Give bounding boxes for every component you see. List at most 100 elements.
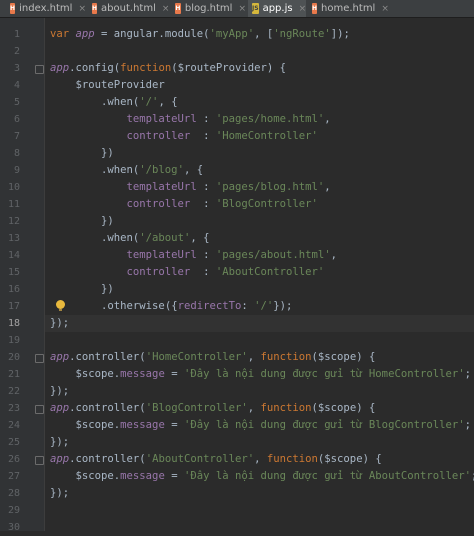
tab-label: app.js bbox=[262, 3, 293, 14]
code-token: }); bbox=[50, 317, 70, 329]
code-token: }); bbox=[273, 300, 293, 312]
code-token: : bbox=[196, 249, 216, 261]
tab-about-html[interactable]: Habout.html × bbox=[88, 0, 169, 17]
close-icon[interactable]: × bbox=[238, 4, 246, 14]
code-token: , bbox=[330, 249, 338, 261]
code-line: $routeProvider bbox=[50, 77, 165, 94]
code-token: : bbox=[196, 130, 216, 142]
code-token: }); bbox=[50, 436, 70, 448]
code-line: }); bbox=[50, 485, 69, 502]
code-line: app.controller('AboutController', functi… bbox=[50, 451, 382, 468]
code-line: app.controller('HomeController', functio… bbox=[50, 349, 375, 366]
code-line: $scope.message = 'Đây là nội dung được g… bbox=[50, 366, 472, 383]
code-token: : bbox=[241, 300, 255, 312]
tab-blog-html[interactable]: Hblog.html × bbox=[171, 0, 246, 17]
code-token: ; bbox=[464, 419, 471, 431]
close-icon[interactable]: × bbox=[299, 4, 307, 14]
line-number: 17 bbox=[7, 301, 20, 312]
line-number: 13 bbox=[7, 233, 20, 244]
code-token: ; bbox=[464, 368, 471, 380]
code-token: .when( bbox=[50, 164, 140, 176]
line-number: 19 bbox=[7, 335, 20, 346]
code-token: : bbox=[196, 113, 216, 125]
fold-marker-icon[interactable] bbox=[35, 405, 44, 414]
code-token: message bbox=[120, 470, 165, 482]
code-token: templateUrl bbox=[50, 181, 197, 193]
close-icon[interactable]: × bbox=[162, 4, 170, 14]
code-token: 'pages/about.html' bbox=[215, 249, 331, 261]
code-token: .otherwise bbox=[50, 300, 165, 312]
code-line: controller : 'HomeController' bbox=[50, 128, 318, 145]
line-number: 8 bbox=[13, 148, 20, 159]
fold-marker-icon[interactable] bbox=[35, 456, 44, 465]
code-token: }) bbox=[50, 147, 114, 159]
code-token: app bbox=[50, 351, 70, 363]
code-token: , { bbox=[158, 96, 178, 108]
code-token: ($scope) { bbox=[317, 453, 382, 465]
code-line: }); bbox=[50, 434, 69, 451]
code-token: function bbox=[260, 351, 312, 363]
code-token: , { bbox=[183, 164, 204, 176]
code-token: $routeProvider bbox=[50, 79, 165, 91]
code-token: '/' bbox=[254, 300, 274, 312]
code-line: controller : 'AboutController' bbox=[50, 264, 325, 281]
close-icon[interactable]: × bbox=[381, 4, 389, 14]
line-number: 12 bbox=[7, 216, 20, 227]
code-token: , bbox=[324, 113, 331, 125]
code-token: .when( bbox=[50, 96, 140, 108]
code-token: $scope. bbox=[50, 419, 121, 431]
line-number: 26 bbox=[7, 454, 20, 465]
code-token: function bbox=[266, 453, 318, 465]
code-token: ($scope) { bbox=[311, 351, 376, 363]
code-token: .config( bbox=[69, 62, 121, 74]
code-token: function bbox=[120, 62, 172, 74]
code-line: templateUrl : 'pages/about.html', bbox=[50, 247, 338, 264]
code-line: $scope.message = 'Đây là nội dung được g… bbox=[50, 468, 474, 485]
close-icon[interactable]: × bbox=[78, 4, 86, 14]
code-token: }); bbox=[50, 487, 70, 499]
code-token: 'Đây là nội dung được gửi từ BlogControl… bbox=[183, 419, 465, 431]
html-file-icon: H bbox=[175, 3, 181, 14]
tab-app-js[interactable]: JS app.js × bbox=[248, 0, 306, 17]
code-token: $scope. bbox=[50, 470, 121, 482]
code-token: function bbox=[260, 402, 312, 414]
code-token: , { bbox=[190, 232, 210, 244]
line-number: 6 bbox=[13, 114, 20, 125]
code-token: = bbox=[164, 368, 184, 380]
code-line: }) bbox=[50, 145, 114, 162]
line-number: 5 bbox=[13, 97, 20, 108]
line-number-gutter: 1 2 3 4 5 6 7 8 9 10 11 12 13 14 15 16 17 18 19 20 21 22 23 24 2… bbox=[0, 18, 44, 533]
fold-marker-icon[interactable] bbox=[35, 65, 44, 74]
lightbulb-icon[interactable] bbox=[56, 300, 65, 311]
code-token: ($routeProvider) { bbox=[171, 62, 287, 74]
code-token: templateUrl bbox=[50, 113, 197, 125]
code-token: , [ bbox=[254, 28, 274, 40]
tab-index-html[interactable]: Hindex.html × bbox=[6, 0, 86, 17]
code-token: controller bbox=[50, 198, 197, 210]
code-token: ({ bbox=[164, 300, 178, 312]
code-token: message bbox=[120, 368, 165, 380]
code-editor[interactable]: var app = angular.module('myApp', ['ngRo… bbox=[45, 18, 474, 531]
line-number: 14 bbox=[7, 250, 20, 261]
code-token: $scope. bbox=[50, 368, 121, 380]
tab-label: home.html bbox=[321, 3, 376, 14]
line-number: 18 bbox=[7, 318, 20, 329]
code-token: var bbox=[50, 28, 76, 40]
code-line: }); bbox=[50, 315, 69, 332]
line-number: 23 bbox=[7, 403, 20, 414]
code-token: , bbox=[254, 453, 267, 465]
code-token: module bbox=[164, 28, 204, 40]
code-token: app bbox=[50, 402, 70, 414]
code-line: }) bbox=[50, 213, 114, 230]
code-token: , bbox=[247, 402, 261, 414]
code-token: redirectTo bbox=[177, 300, 242, 312]
line-number: 29 bbox=[7, 505, 20, 516]
line-number: 21 bbox=[7, 369, 20, 380]
html-file-icon: H bbox=[312, 3, 318, 14]
code-token: controller bbox=[50, 130, 197, 142]
code-token: : bbox=[196, 266, 216, 278]
tab-home-html[interactable]: Hhome.html × bbox=[308, 0, 389, 17]
code-line: }) bbox=[50, 281, 114, 298]
fold-marker-icon[interactable] bbox=[35, 354, 44, 363]
code-token: .when( bbox=[50, 232, 140, 244]
